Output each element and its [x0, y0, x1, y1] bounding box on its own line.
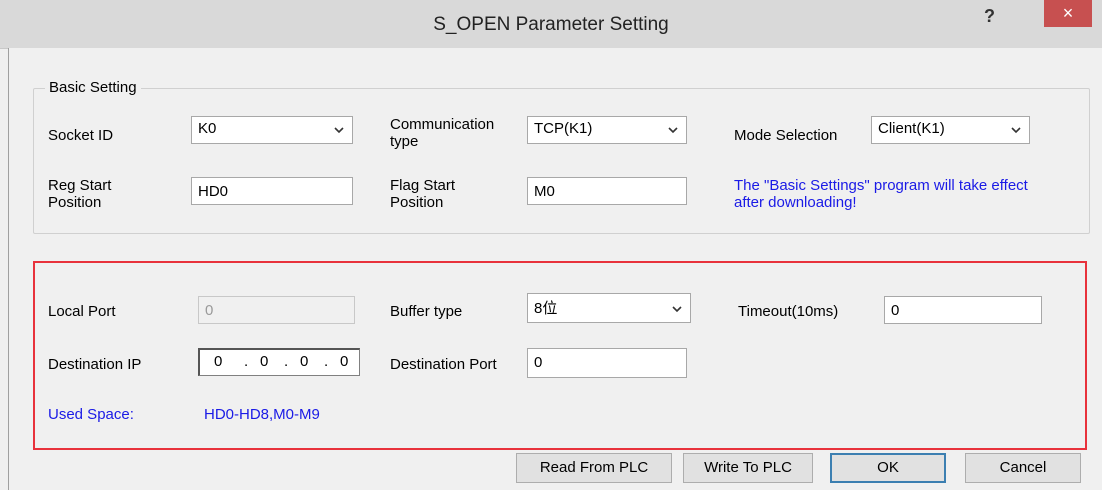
- ip-dot-1: .: [244, 353, 249, 370]
- comm-type-label: Communication type: [390, 116, 494, 150]
- reg-start-label: Reg Start Position: [48, 177, 111, 211]
- basic-settings-note-line1: The "Basic Settings" program will take e…: [734, 177, 1028, 194]
- read-from-plc-button[interactable]: Read From PLC: [516, 453, 672, 483]
- comm-type-select[interactable]: TCP(K1): [527, 116, 687, 144]
- ip-dot-3: .: [324, 353, 329, 370]
- comm-type-label-line1: Communication: [390, 116, 495, 133]
- basic-setting-title: Basic Setting: [45, 79, 141, 96]
- cancel-button[interactable]: Cancel: [965, 453, 1081, 483]
- reg-start-input[interactable]: HD0: [191, 177, 353, 205]
- ip-octet-2: 0: [260, 353, 269, 370]
- comm-type-label-line2: type: [390, 133, 419, 150]
- title-bar: S_OPEN Parameter Setting ? ×: [0, 0, 1102, 49]
- chevron-down-icon: [672, 306, 682, 313]
- destination-port-input[interactable]: 0: [527, 348, 687, 378]
- buffer-type-label: Buffer type: [390, 303, 463, 320]
- chevron-down-icon: [668, 127, 678, 134]
- comm-type-value: TCP(K1): [534, 120, 593, 137]
- flag-start-input[interactable]: M0: [527, 177, 687, 205]
- buffer-type-select[interactable]: 8位: [527, 293, 691, 323]
- basic-settings-note: The "Basic Settings" program will take e…: [734, 177, 1028, 211]
- destination-port-label: Destination Port: [390, 356, 497, 373]
- ip-octet-1: 0: [214, 353, 223, 370]
- basic-setting-group: [33, 88, 1090, 234]
- basic-settings-note-line2: after downloading!: [734, 194, 857, 211]
- socket-id-select[interactable]: K0: [191, 116, 353, 144]
- close-button[interactable]: ×: [1044, 0, 1092, 27]
- buffer-type-value: 8位: [534, 300, 558, 317]
- mode-selection-select[interactable]: Client(K1): [871, 116, 1030, 144]
- chevron-down-icon: [334, 127, 344, 134]
- reg-start-label-line2: Position: [48, 194, 102, 211]
- ip-octet-3: 0: [300, 353, 309, 370]
- reg-start-label-line1: Reg Start: [48, 177, 112, 194]
- mode-selection-label: Mode Selection: [734, 127, 838, 144]
- write-to-plc-button[interactable]: Write To PLC: [683, 453, 813, 483]
- used-space-label: Used Space:: [48, 406, 134, 423]
- flag-start-label: Flag Start Position: [390, 177, 455, 211]
- ok-button[interactable]: OK: [830, 453, 946, 483]
- timeout-label: Timeout(10ms): [738, 303, 839, 320]
- flag-start-label-line1: Flag Start: [390, 177, 456, 194]
- ip-octet-4: 0: [340, 353, 349, 370]
- window-title: S_OPEN Parameter Setting: [433, 14, 669, 35]
- chevron-down-icon: [1011, 127, 1021, 134]
- flag-start-label-line2: Position: [390, 194, 444, 211]
- mode-selection-value: Client(K1): [878, 120, 945, 137]
- socket-id-value: K0: [198, 120, 217, 137]
- ip-dot-2: .: [284, 353, 289, 370]
- local-port-label: Local Port: [48, 303, 116, 320]
- timeout-input[interactable]: 0: [884, 296, 1042, 324]
- destination-ip-input[interactable]: 0 . 0 . 0 . 0: [198, 348, 360, 376]
- help-button[interactable]: ?: [984, 6, 995, 27]
- socket-id-label: Socket ID: [48, 127, 114, 144]
- local-port-input: 0: [198, 296, 355, 324]
- used-space-value: HD0-HD8,M0-M9: [204, 406, 320, 423]
- destination-ip-label: Destination IP: [48, 356, 142, 373]
